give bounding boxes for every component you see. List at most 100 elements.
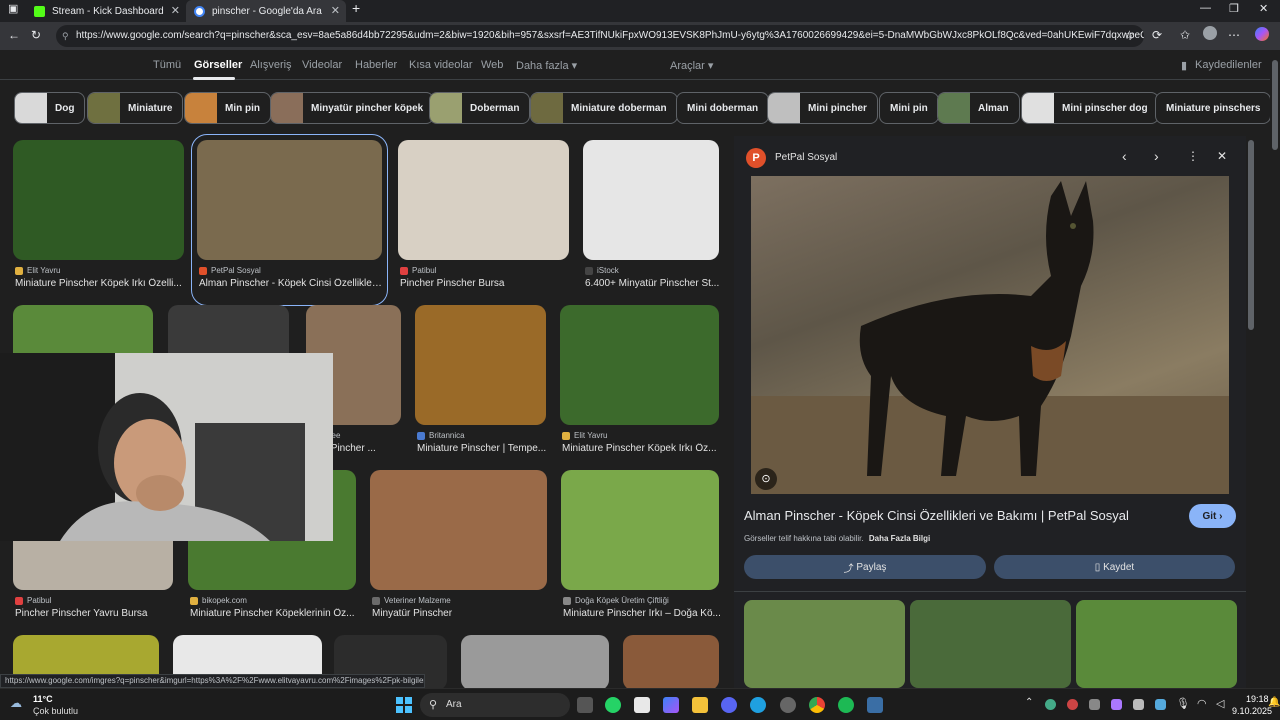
- result-thumbnail[interactable]: [583, 140, 719, 260]
- save-button[interactable]: ▯ Kaydet: [994, 555, 1235, 579]
- panel-scrollbar-thumb[interactable]: [1248, 140, 1254, 330]
- minimize-icon[interactable]: —: [1200, 2, 1211, 14]
- notifications-icon[interactable]: 🔔: [1268, 697, 1280, 708]
- chip-minyatür-pincher-köpek[interactable]: Minyatür pincher köpek: [270, 92, 435, 124]
- task-view-icon[interactable]: [577, 697, 593, 713]
- next-image-icon[interactable]: ›: [1154, 148, 1159, 164]
- result-caption[interactable]: 6.400+ Minyatür Pinscher St...: [585, 278, 721, 289]
- related-image[interactable]: [910, 600, 1071, 688]
- tab-videos[interactable]: Videolar: [302, 59, 342, 71]
- tab-kick-dashboard[interactable]: Stream - Kick Dashboard ✕: [26, 0, 186, 22]
- result-source[interactable]: Patibul: [15, 596, 51, 605]
- result-source[interactable]: Patibul: [400, 266, 436, 275]
- result-caption[interactable]: Miniature Pinscher Köpek Irkı Öz...: [562, 443, 721, 454]
- tray-icon[interactable]: [1133, 699, 1144, 710]
- image-result[interactable]: Veteriner Malzeme Minyatür Pinscher: [370, 470, 547, 630]
- result-thumbnail[interactable]: [560, 305, 719, 425]
- result-source[interactable]: Doğa Köpek Üretim Çiftliği: [563, 596, 669, 605]
- address-bar[interactable]: ⚲ https://www.google.com/search?q=pinsch…: [56, 25, 1144, 47]
- result-caption[interactable]: Minyatür Pinscher: [372, 608, 549, 619]
- copilot-icon[interactable]: [1255, 27, 1269, 41]
- profile-avatar[interactable]: [1203, 26, 1217, 40]
- back-icon[interactable]: ←: [8, 28, 20, 42]
- result-thumbnail[interactable]: [13, 140, 184, 260]
- image-result[interactable]: [461, 635, 609, 688]
- chrome-icon[interactable]: [809, 697, 825, 713]
- result-source[interactable]: Elit Yavru: [15, 266, 61, 275]
- result-thumbnail[interactable]: [370, 470, 547, 590]
- start-windows-icon[interactable]: [396, 697, 412, 713]
- result-caption[interactable]: Miniature Pinscher Köpek Irkı Özelli...: [15, 278, 186, 289]
- result-caption[interactable]: Pincher Pinscher Bursa: [400, 278, 571, 289]
- spotify-icon[interactable]: [838, 697, 854, 713]
- copilot-app-icon[interactable]: [663, 697, 679, 713]
- lens-search-icon[interactable]: ⊙: [755, 468, 777, 490]
- chip-miniature[interactable]: Miniature: [87, 92, 184, 124]
- related-image[interactable]: [744, 600, 905, 688]
- result-caption[interactable]: Miniature Pinscher Köpeklerinin Öz...: [190, 608, 358, 619]
- chip-min-pin[interactable]: Min pin: [184, 92, 271, 124]
- tab-news[interactable]: Haberler: [355, 59, 397, 71]
- tab-shopping[interactable]: Alışveriş: [250, 59, 292, 71]
- clock-time[interactable]: 19:18: [1246, 694, 1269, 704]
- image-result[interactable]: [623, 635, 719, 688]
- result-thumbnail[interactable]: [398, 140, 569, 260]
- whatsapp-icon[interactable]: [605, 697, 621, 713]
- chip-mini-pincher[interactable]: Mini pincher: [767, 92, 878, 124]
- result-thumbnail[interactable]: [461, 635, 609, 688]
- result-thumbnail[interactable]: [623, 635, 719, 688]
- extensions-icon[interactable]: ⟳: [1152, 28, 1162, 42]
- image-result[interactable]: Elit Yavru Miniature Pinscher Köpek Irkı …: [560, 305, 719, 465]
- tab-all[interactable]: Tümü: [153, 59, 181, 71]
- weather-desc[interactable]: Çok bulutlu: [33, 706, 78, 716]
- result-source[interactable]: PetPal Sosyal: [199, 266, 261, 275]
- taskbar-search-box[interactable]: ⚲ Ara: [420, 693, 570, 717]
- maximize-icon[interactable]: ❐: [1229, 2, 1239, 15]
- chip-alman[interactable]: Alman: [937, 92, 1020, 124]
- new-tab-button[interactable]: +: [352, 0, 360, 16]
- discord-icon[interactable]: [721, 697, 737, 713]
- wifi-icon[interactable]: ◠: [1197, 697, 1207, 710]
- result-thumbnail[interactable]: [197, 140, 382, 260]
- chip-mini-doberman[interactable]: Mini doberman: [676, 92, 770, 124]
- clock-date[interactable]: 9.10.2025: [1232, 706, 1272, 716]
- tray-icon[interactable]: [1045, 699, 1056, 710]
- tab-more[interactable]: Daha fazla ▾: [516, 59, 577, 72]
- chip-miniature-pinschers[interactable]: Miniature pinschers: [1155, 92, 1272, 124]
- tab-google-search[interactable]: pinscher - Google'da Ara ✕: [186, 0, 346, 22]
- result-caption[interactable]: Miniature Pinscher | Tempe...: [417, 443, 548, 454]
- image-result[interactable]: Patibul Pincher Pinscher Bursa: [398, 140, 569, 300]
- site-info-icon[interactable]: ⚲: [62, 25, 69, 47]
- result-thumbnail[interactable]: [415, 305, 546, 425]
- scrollbar-thumb[interactable]: [1272, 60, 1278, 150]
- image-result[interactable]: Elit Yavru Miniature Pinscher Köpek Irkı …: [13, 140, 184, 300]
- close-tab-icon[interactable]: ✕: [171, 4, 180, 17]
- file-explorer-icon[interactable]: [692, 697, 708, 713]
- favorites-icon[interactable]: ✩: [1180, 28, 1190, 42]
- tools-button[interactable]: Araçlar ▾: [670, 59, 713, 72]
- saved-bookmark-icon[interactable]: ▮: [1181, 59, 1187, 72]
- edge-icon[interactable]: [750, 697, 766, 713]
- tray-icon[interactable]: [1067, 699, 1078, 710]
- result-caption[interactable]: Alman Pinscher - Köpek Cinsi Özellikleri…: [199, 278, 384, 289]
- weather-icon[interactable]: ☁: [10, 696, 22, 710]
- share-button[interactable]: ⤴ Paylaş: [744, 555, 986, 579]
- tab-short-videos[interactable]: Kısa videolar: [409, 59, 473, 71]
- bookmark-star-icon[interactable]: ☆: [1124, 28, 1135, 42]
- result-source[interactable]: bikopek.com: [190, 596, 247, 605]
- image-result[interactable]: PetPal Sosyal Alman Pinscher - Köpek Cins…: [191, 134, 388, 306]
- tray-chevron-icon[interactable]: ⌃: [1025, 697, 1033, 708]
- tray-icon[interactable]: [1089, 699, 1100, 710]
- tab-web[interactable]: Web: [481, 59, 503, 71]
- chip-dog[interactable]: Dog: [14, 92, 86, 124]
- microphone-icon[interactable]: 🎙: [1176, 697, 1190, 710]
- tab-actions-icon[interactable]: ▣: [8, 2, 18, 15]
- image-result[interactable]: iStock 6.400+ Minyatür Pinscher St...: [583, 140, 719, 300]
- chip-mini-pin[interactable]: Mini pin: [879, 92, 939, 124]
- app-icon[interactable]: [780, 697, 796, 713]
- image-result[interactable]: Doğa Köpek Üretim Çiftliği Miniature Pins…: [561, 470, 721, 630]
- volume-icon[interactable]: ◁: [1216, 697, 1224, 710]
- tray-icon[interactable]: [1111, 699, 1122, 710]
- result-source[interactable]: Veteriner Malzeme: [372, 596, 451, 605]
- previous-image-icon[interactable]: ‹: [1122, 148, 1127, 164]
